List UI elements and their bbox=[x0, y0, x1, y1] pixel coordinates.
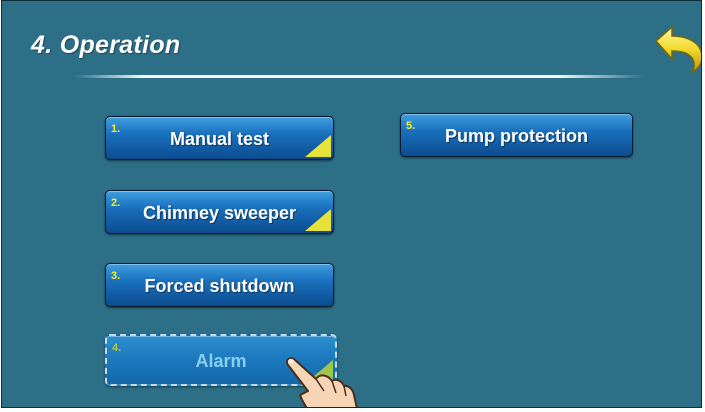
back-button[interactable] bbox=[652, 25, 701, 74]
back-arrow-icon bbox=[654, 25, 701, 74]
menu-item-label: Manual test bbox=[169, 129, 270, 149]
menu-item-label: Alarm bbox=[195, 351, 247, 371]
corner-indicator-icon bbox=[305, 135, 331, 157]
menu-item-forced-shutdown[interactable]: 3. Forced shutdown bbox=[105, 263, 334, 307]
menu-item-chimney-sweeper[interactable]: 2. Chimney sweeper bbox=[105, 190, 334, 234]
menu-item-manual-test[interactable]: 1. Manual test bbox=[105, 116, 334, 160]
corner-indicator-icon bbox=[307, 360, 333, 382]
page-title: 4. Operation bbox=[31, 31, 181, 59]
menu-item-label: Pump protection bbox=[445, 126, 588, 146]
title-divider bbox=[74, 75, 644, 78]
menu-item-label: Forced shutdown bbox=[144, 276, 295, 296]
operation-screen: 4. Operation 1. Manual test 2. Chimney s… bbox=[1, 0, 702, 408]
menu-item-alarm[interactable]: 4. Alarm bbox=[105, 334, 337, 386]
menu-item-pump-protection[interactable]: 5. Pump protection bbox=[400, 113, 633, 157]
menu-item-label: Chimney sweeper bbox=[142, 203, 297, 223]
corner-indicator-icon bbox=[305, 209, 331, 231]
